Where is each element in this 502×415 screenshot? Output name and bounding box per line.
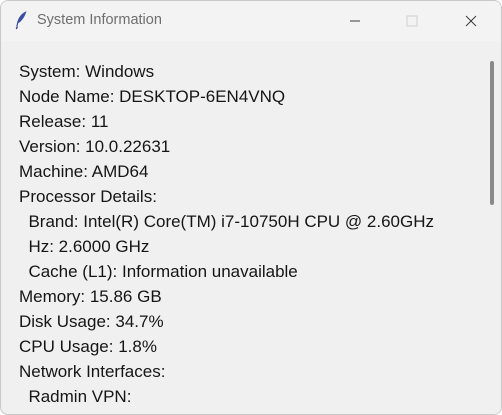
close-icon [465, 15, 477, 27]
minimize-button[interactable] [332, 1, 378, 41]
info-line: Node Name: DESKTOP-6EN4VNQ [19, 87, 286, 106]
info-text-area[interactable]: System: Windows Node Name: DESKTOP-6EN4VN… [1, 41, 484, 414]
info-line: Cache (L1): Information unavailable [19, 262, 298, 281]
info-line: Network Interfaces: [19, 362, 166, 381]
info-line: Processor Details: [19, 187, 157, 206]
scrollbar-thumb[interactable] [490, 61, 494, 205]
info-line: Disk Usage: 34.7% [19, 312, 164, 331]
info-line: Release: 11 [19, 112, 109, 131]
info-line: System: Windows [19, 62, 155, 81]
info-line: IP Address: 26.12.66.203 [19, 409, 434, 414]
minimize-icon [350, 20, 360, 22]
info-line: CPU Usage: 1.8% [19, 337, 157, 356]
info-line: Radmin VPN: [19, 387, 132, 406]
system-information-window: System Information System: Windows Node N… [0, 0, 502, 415]
vertical-scrollbar[interactable] [484, 41, 501, 414]
info-line: Memory: 15.86 GB [19, 287, 162, 306]
maximize-icon [406, 15, 418, 27]
info-line: Machine: AMD64 [19, 162, 149, 181]
info-lines: System: Windows Node Name: DESKTOP-6EN4VN… [19, 59, 434, 414]
close-button[interactable] [448, 1, 494, 41]
info-line: Brand: Intel(R) Core(TM) i7-10750H CPU @… [19, 212, 434, 231]
info-line: Version: 10.0.22631 [19, 137, 171, 156]
title-bar[interactable]: System Information [1, 1, 501, 41]
window-title: System Information [37, 12, 162, 28]
info-line: Hz: 2.6000 GHz [19, 237, 150, 256]
maximize-button[interactable] [389, 1, 435, 41]
feather-icon [13, 10, 29, 30]
